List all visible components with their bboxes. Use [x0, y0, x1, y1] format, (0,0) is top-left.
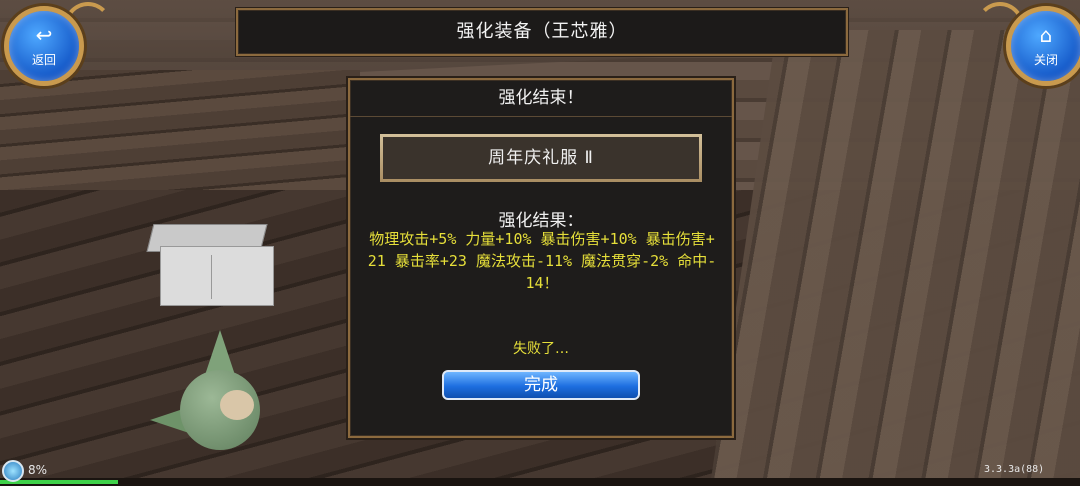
close-button[interactable]: ⌂ 关闭	[1006, 6, 1080, 86]
confirm-button[interactable]: 完成	[442, 370, 640, 400]
pet-creature	[150, 330, 270, 460]
home-icon: ⌂	[1039, 23, 1053, 47]
result-stats: 物理攻击+5% 力量+10% 暴击伤害+10% 暴击伤害+21 暴击率+23 魔…	[367, 230, 717, 292]
close-button-label: 关闭	[1033, 53, 1058, 67]
window-title: 强化装备（王芯雅）	[456, 21, 628, 42]
return-arrow-icon: ↩	[35, 23, 53, 47]
item-name-box: 周年庆礼服 Ⅱ	[380, 134, 702, 182]
exp-bar	[0, 478, 1080, 486]
exp-orb-icon	[2, 460, 24, 482]
title-bar: 强化装备（王芯雅）	[236, 8, 848, 56]
version-label: 3.3.3a(88)	[984, 464, 1045, 475]
item-name: 周年庆礼服 Ⅱ	[383, 137, 699, 179]
enhance-result-dialog: 强化结束！ 周年庆礼服 Ⅱ 强化结果： 物理攻击+5% 力量+10% 暴击伤害+…	[348, 78, 734, 438]
exp-percent: 8%	[28, 463, 48, 477]
dialog-header: 强化结束！	[350, 80, 732, 117]
stove-prop	[146, 224, 276, 306]
back-button[interactable]: ↩ 返回	[4, 6, 84, 86]
back-button-label: 返回	[31, 53, 56, 67]
status-text: 失败了…	[513, 341, 569, 357]
